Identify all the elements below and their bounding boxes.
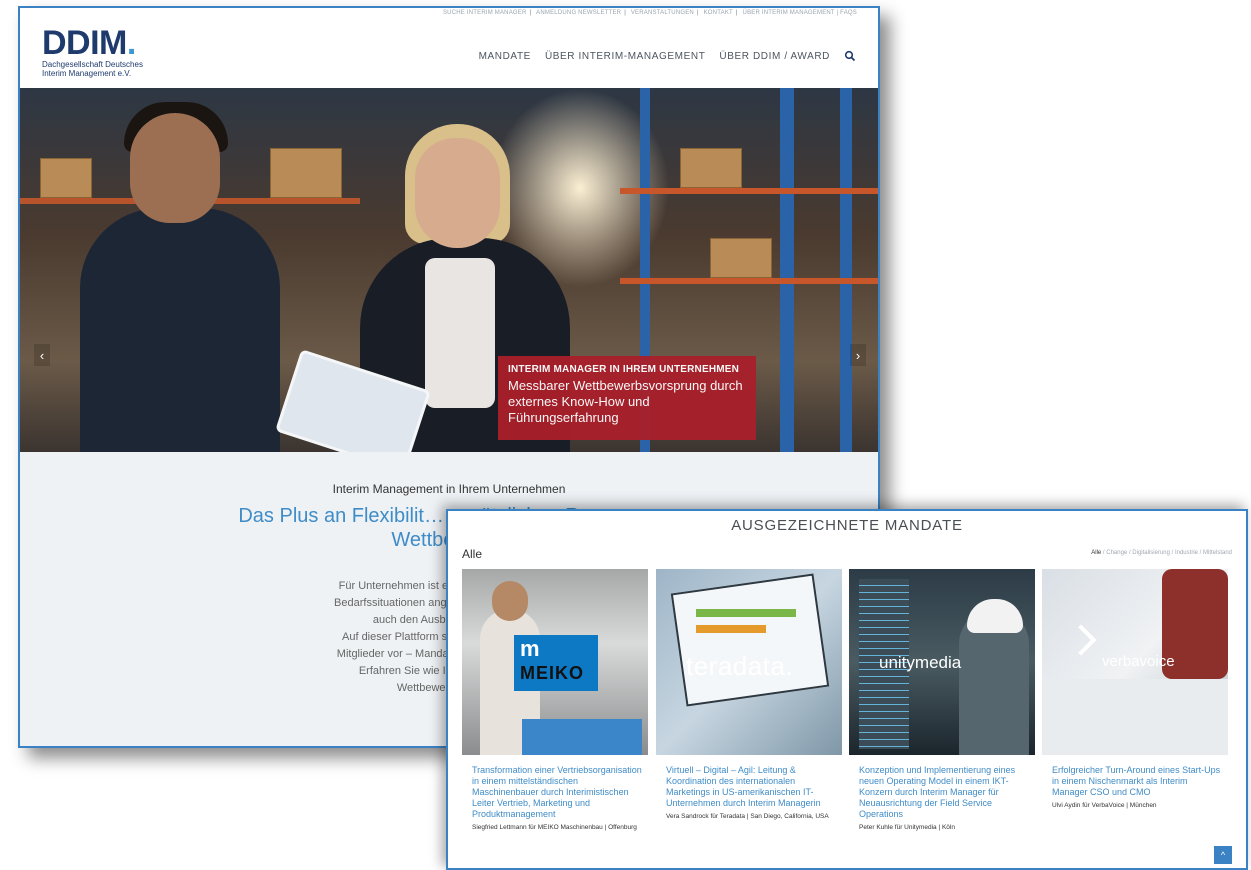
separator: | bbox=[529, 10, 532, 16]
verbavoice-logo: verbavoice bbox=[1102, 653, 1175, 670]
tablet-device bbox=[670, 573, 830, 707]
card-meta: Peter Kuhle für Unitymedia | Köln bbox=[859, 824, 955, 831]
top-link-ueber-faqs[interactable]: ÜBER INTERIM MANAGEMENT | FAQS bbox=[743, 10, 857, 16]
top-link-kontakt[interactable]: KONTAKT bbox=[704, 10, 733, 16]
ausgezeichnete-mandate-window: AUSGEZEICHNETE MANDATE Alle Alle / Chang… bbox=[446, 509, 1248, 870]
hero-slider: ‹ › INTERIM MANAGER IN IHREM UNTERNEHMEN… bbox=[20, 88, 878, 452]
top-link-suche[interactable]: SUCHE INTERIM MANAGER bbox=[443, 10, 527, 16]
man-figure bbox=[80, 208, 280, 452]
card-title[interactable]: Konzeption und Implementierung eines neu… bbox=[849, 765, 1035, 820]
card-title[interactable]: Erfolgreicher Turn-Around eines Start-Up… bbox=[1042, 765, 1228, 798]
nav-item-mandate[interactable]: MANDATE bbox=[479, 51, 531, 62]
meiko-logo: m MEIKO bbox=[514, 635, 598, 691]
mandate-card-unitymedia[interactable]: unitymedia Konzeption und Implementierun… bbox=[849, 569, 1035, 832]
slider-next-arrow[interactable]: › bbox=[850, 344, 866, 366]
slider-prev-arrow[interactable]: ‹ bbox=[34, 344, 50, 366]
card-meta: Vera Sandrock für Teradata | San Diego, … bbox=[666, 813, 829, 820]
separator: | bbox=[696, 10, 699, 16]
mandate-card-meiko[interactable]: m MEIKO Transformation einer Vertriebsor… bbox=[462, 569, 648, 832]
mandate-card-verbavoice[interactable]: verbavoice Erfolgreicher Turn-Around ein… bbox=[1042, 569, 1228, 810]
hero-caption: INTERIM MANAGER IN IHREM UNTERNEHMEN Mes… bbox=[498, 356, 756, 440]
nav-item-ueber-interim-management[interactable]: ÜBER INTERIM-MANAGEMENT bbox=[545, 51, 705, 62]
hard-hat bbox=[967, 599, 1023, 633]
filter-other-categories[interactable]: / Change / Digitalisierung / Industrie /… bbox=[1101, 550, 1232, 556]
shelf-beam bbox=[620, 278, 878, 284]
section-title: AUSGEZEICHNETE MANDATE bbox=[731, 517, 963, 534]
scroll-to-top-button[interactable]: ^ bbox=[1214, 846, 1232, 864]
caption-text: Messbarer Wettbewerbsvorsprung durch ext… bbox=[508, 378, 743, 425]
card-meta: Siegfried Lettmann für MEIKO Maschinenba… bbox=[472, 824, 637, 831]
teradata-logo: teradata. bbox=[686, 651, 794, 681]
card-image[interactable]: verbavoice bbox=[1042, 569, 1228, 755]
mandate-card-teradata[interactable]: teradata. Virtuell – Digital – Agil: Lei… bbox=[656, 569, 842, 821]
separator: | bbox=[735, 10, 738, 16]
shelf-post bbox=[840, 88, 852, 452]
top-link-newsletter[interactable]: ANMELDUNG NEWSLETTER bbox=[536, 10, 621, 16]
separator: | bbox=[624, 10, 626, 16]
dashboard-bar bbox=[696, 609, 796, 617]
unitymedia-logo: unitymedia bbox=[879, 653, 962, 672]
card-meta: Ulvi Aydin für VerbaVoice | München bbox=[1052, 802, 1157, 809]
top-link-veranstaltungen[interactable]: VERANSTALTUNGEN bbox=[631, 10, 694, 16]
shelf-beam bbox=[620, 188, 878, 194]
search-icon[interactable] bbox=[844, 50, 856, 62]
filter-current-label: Alle bbox=[462, 547, 483, 561]
card-title[interactable]: Virtuell – Digital – Agil: Leitung & Koo… bbox=[656, 765, 842, 809]
logo-mark: DDIM. bbox=[42, 24, 136, 62]
card-image[interactable]: m MEIKO bbox=[462, 569, 648, 755]
category-filter: Alle / Change / Digitalisierung / Indust… bbox=[1091, 550, 1232, 556]
filter-alle[interactable]: Alle bbox=[1091, 550, 1101, 556]
desk-papers bbox=[1042, 679, 1228, 755]
man-face bbox=[130, 113, 220, 223]
nav-item-ueber-ddim-award[interactable]: ÜBER DDIM / AWARD bbox=[719, 51, 830, 62]
shelf-post bbox=[780, 88, 794, 452]
ddim-logo[interactable]: DDIM. Dachgesellschaft Deutsches Interim… bbox=[42, 24, 143, 78]
dashboard-bar bbox=[696, 625, 766, 633]
card-image[interactable]: unitymedia bbox=[849, 569, 1035, 755]
storage-box bbox=[40, 158, 92, 198]
logo-subtitle: Dachgesellschaft Deutsches Interim Manag… bbox=[42, 60, 143, 78]
verbavoice-mark-icon bbox=[1065, 624, 1097, 656]
caption-title: INTERIM MANAGER IN IHREM UNTERNEHMEN bbox=[508, 364, 740, 375]
worker-head bbox=[492, 581, 528, 621]
top-utility-links: SUCHE INTERIM MANAGER | ANMELDUNG NEWSLET… bbox=[440, 10, 860, 16]
card-image[interactable]: teradata. bbox=[656, 569, 842, 755]
storage-box bbox=[270, 148, 342, 198]
intro-kicker: Interim Management in Ihrem Unternehmen bbox=[332, 482, 566, 496]
main-navigation: MANDATE ÜBER INTERIM-MANAGEMENT ÜBER DDI… bbox=[479, 50, 856, 62]
dish-rack bbox=[522, 719, 642, 755]
woman-shirt bbox=[425, 258, 495, 408]
storage-box bbox=[710, 238, 772, 278]
woman-face bbox=[415, 138, 500, 248]
card-title[interactable]: Transformation einer Vertriebsorganisati… bbox=[462, 765, 648, 820]
storage-box bbox=[680, 148, 742, 188]
